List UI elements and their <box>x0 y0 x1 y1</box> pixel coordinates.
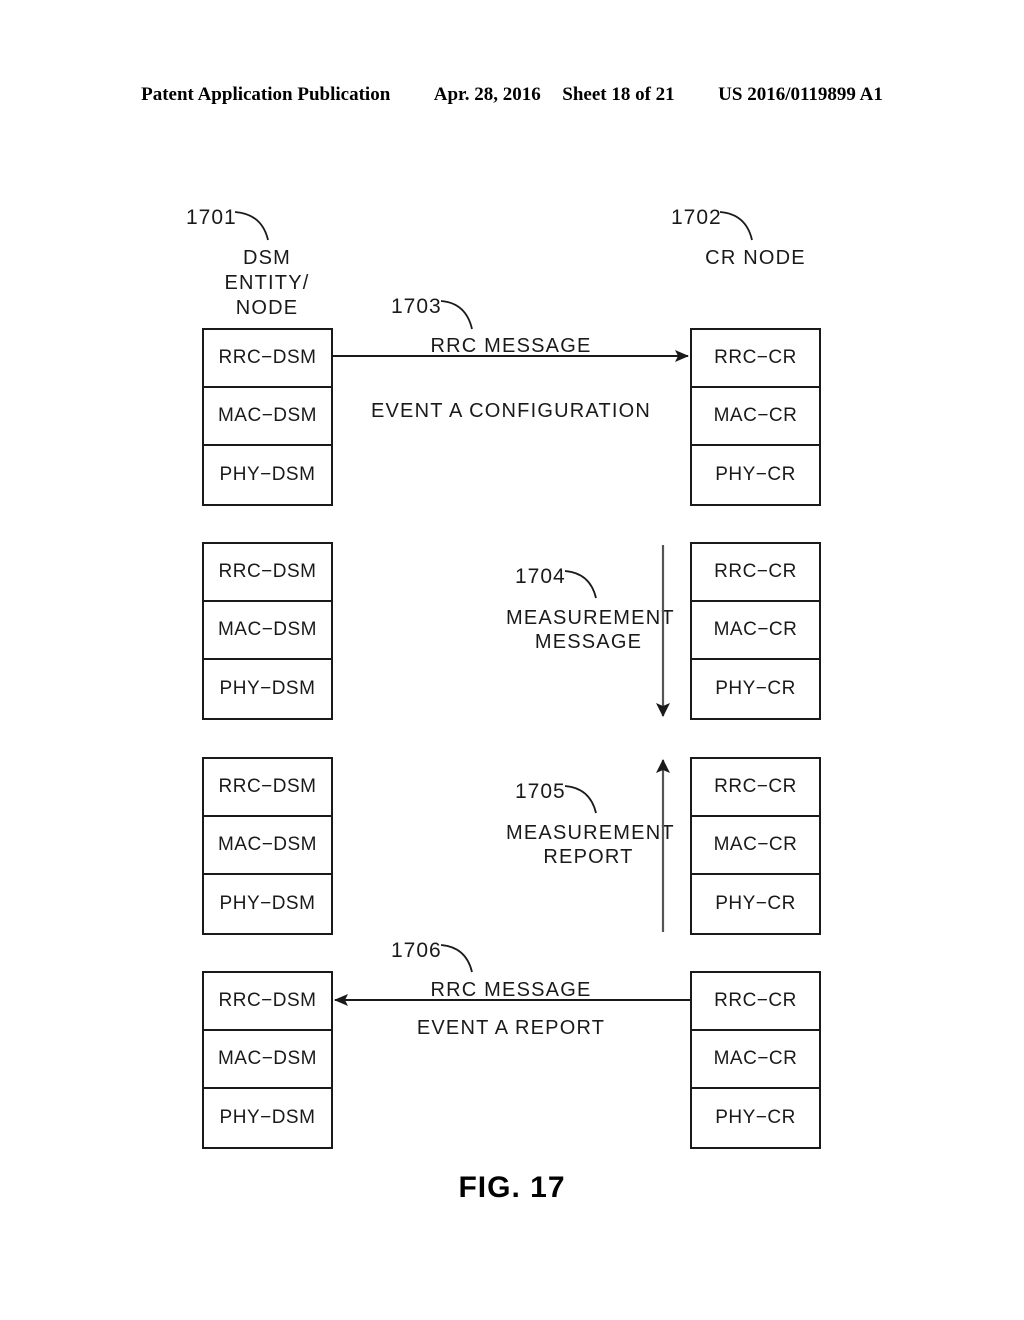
left-stack-row4: RRC−DSM MAC−DSM PHY−DSM <box>202 971 333 1149</box>
message-1706-line1: RRC MESSAGE <box>375 977 647 1003</box>
message-1704-line2: MESSAGE <box>500 629 677 655</box>
left-node-title: DSM ENTITY/ NODE <box>206 246 328 321</box>
message-1704-line1: MEASUREMENT <box>500 605 677 631</box>
message-1705-line1: MEASUREMENT <box>500 820 677 846</box>
right-stack-row1: RRC−CR MAC−CR PHY−CR <box>690 328 821 506</box>
right-stack-row2: RRC−CR MAC−CR PHY−CR <box>690 542 821 720</box>
ref-numeral-1701: 1701 <box>186 206 237 229</box>
right-stack-row1-layer-phy: PHY−CR <box>715 464 796 485</box>
message-1703-line1: RRC MESSAGE <box>375 333 647 359</box>
right-stack-row2-layer-rrc: RRC−CR <box>692 544 819 602</box>
figure-caption: FIG. 17 <box>458 1171 566 1204</box>
leader-line-1702 <box>719 211 753 241</box>
right-stack-row1-layer-mac: MAC−CR <box>692 388 819 446</box>
left-stack-row3: RRC−DSM MAC−DSM PHY−DSM <box>202 757 333 935</box>
left-stack-row2: RRC−DSM MAC−DSM PHY−DSM <box>202 542 333 720</box>
leader-line-1703 <box>440 300 473 330</box>
left-stack-row1-layer-mac: MAC−DSM <box>204 388 331 446</box>
right-node-title: CR NODE <box>705 247 806 269</box>
left-stack-row2-layer-rrc: RRC−DSM <box>204 544 331 602</box>
figure-line-overlay <box>234 211 753 1006</box>
left-stack-row2-layer-mac: MAC−DSM <box>204 602 331 660</box>
left-stack-row3-layer-rrc: RRC−DSM <box>204 759 331 817</box>
right-stack-row3-layer-phy: PHY−CR <box>715 893 796 914</box>
leader-line-1701 <box>234 211 269 241</box>
left-stack-row1-layer-phy: PHY−DSM <box>219 464 316 485</box>
left-stack-row1: RRC−DSM MAC−DSM PHY−DSM <box>202 328 333 506</box>
ref-numeral-1702: 1702 <box>671 206 722 229</box>
right-stack-row3: RRC−CR MAC−CR PHY−CR <box>690 757 821 935</box>
ref-numeral-1706: 1706 <box>391 939 442 962</box>
message-1706-line2: EVENT A REPORT <box>365 1015 657 1041</box>
left-stack-row2-layer-phy: PHY−DSM <box>219 678 316 699</box>
message-1705-line2: REPORT <box>500 844 677 870</box>
ref-numeral-1704: 1704 <box>515 565 566 588</box>
left-stack-row4-layer-mac: MAC−DSM <box>204 1031 331 1089</box>
right-stack-row1-layer-rrc: RRC−CR <box>692 330 819 388</box>
left-node-title-line2: ENTITY/ <box>224 272 310 294</box>
right-stack-row3-layer-rrc: RRC−CR <box>692 759 819 817</box>
right-stack-row4-layer-mac: MAC−CR <box>692 1031 819 1089</box>
right-stack-row4-layer-rrc: RRC−CR <box>692 973 819 1031</box>
right-stack-row4: RRC−CR MAC−CR PHY−CR <box>690 971 821 1149</box>
left-stack-row4-layer-rrc: RRC−DSM <box>204 973 331 1031</box>
ref-numeral-1703: 1703 <box>391 295 442 318</box>
left-stack-row3-layer-mac: MAC−DSM <box>204 817 331 875</box>
right-stack-row4-layer-phy: PHY−CR <box>715 1107 796 1128</box>
left-stack-row1-layer-rrc: RRC−DSM <box>204 330 331 388</box>
message-1703-line2: EVENT A CONFIGURATION <box>355 398 667 424</box>
ref-numeral-1705: 1705 <box>515 780 566 803</box>
leader-line-1706 <box>440 944 473 973</box>
left-stack-row4-layer-phy: PHY−DSM <box>219 1107 316 1128</box>
figure-17-diagram: 1701 DSM ENTITY/ NODE 1702 CR NODE 1703 … <box>0 0 1024 1320</box>
right-stack-row2-layer-phy: PHY−CR <box>715 678 796 699</box>
right-stack-row2-layer-mac: MAC−CR <box>692 602 819 660</box>
right-stack-row3-layer-mac: MAC−CR <box>692 817 819 875</box>
left-stack-row3-layer-phy: PHY−DSM <box>219 893 316 914</box>
leader-line-1705 <box>564 785 597 814</box>
left-node-title-line1: DSM <box>242 247 292 269</box>
left-node-title-line3: NODE <box>235 297 299 319</box>
leader-line-1704 <box>564 570 597 599</box>
